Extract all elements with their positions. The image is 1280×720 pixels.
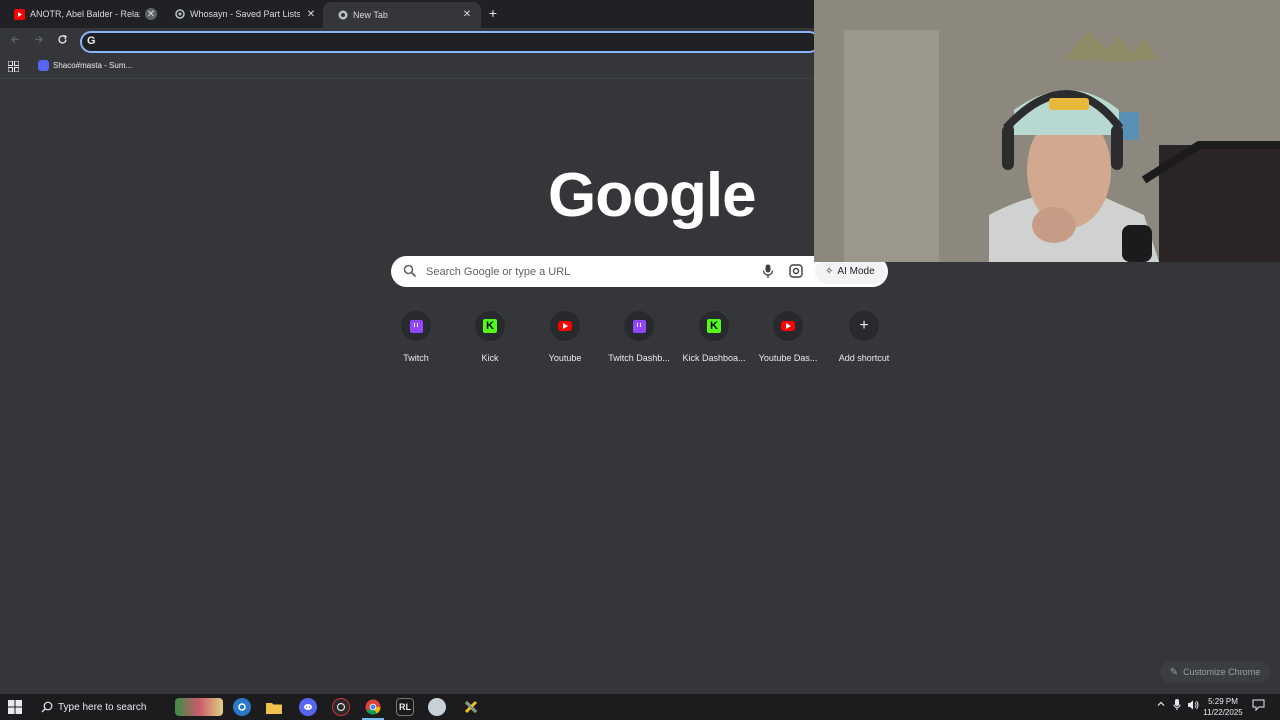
microphone-tray-icon[interactable] [1173,699,1181,714]
plus-icon: + [859,317,869,334]
shortcut-twitch[interactable]: Twitch [379,311,453,363]
riot-launcher-icon[interactable]: RL [396,698,414,716]
youtube-icon [781,321,795,331]
bookmarks-bar: Shaco#masta - Sum... [0,55,814,79]
shortcut-label: Youtube Das... [758,353,818,363]
ai-mode-button[interactable]: ✧ AI Mode [815,259,885,284]
ai-mode-label: AI Mode [837,266,875,277]
shortcut-kick[interactable]: K Kick [453,311,527,363]
tab-title: ANOTR, Abel Balder - Relax My [30,9,140,19]
screen: ANOTR, Abel Balder - Relax My ✕ Whosayn … [0,0,1280,720]
shortcut-label: Twitch Dashb... [608,353,670,363]
browser-app-icon[interactable] [233,698,251,716]
clock-time: 5:29 PM [1208,697,1238,706]
shortcut-icon-circle: K [475,311,505,341]
ai-sparkle-icon: ✧ [825,266,834,277]
google-g-icon: G [87,35,96,47]
tab-youtube[interactable]: ANOTR, Abel Balder - Relax My ✕ [0,2,165,26]
customize-label: Customize Chrome [1183,667,1261,677]
chrome-icon [337,10,348,21]
tab-new-tab[interactable]: New Tab ✕ [323,2,481,28]
shortcut-youtube-dashboard[interactable]: Youtube Das... [751,311,825,363]
taskbar-clock[interactable]: 5:29 PM 11/22/2025 [1200,696,1246,718]
chevron-up-icon[interactable] [1156,699,1166,712]
shortcut-label: Kick [481,353,499,363]
shortcut-label: Twitch [403,353,429,363]
add-shortcut-button[interactable]: + Add shortcut [827,311,901,363]
bookmark-favicon-icon [38,60,49,71]
shortcut-twitch-dashboard[interactable]: Twitch Dashb... [602,311,676,363]
shortcut-icon-circle: K [699,311,729,341]
close-icon[interactable]: ✕ [461,8,473,20]
kick-icon: K [707,319,721,333]
search-icon [403,264,417,278]
taskbar-search-placeholder: Type here to search [58,701,147,713]
tab-pcpartpicker[interactable]: Whosayn - Saved Part Lists - PC ✕ [160,2,325,26]
windows-start-icon[interactable] [8,700,22,714]
close-icon[interactable]: ✕ [305,8,317,20]
x-app-icon[interactable] [462,698,480,716]
webcam-feed-image [814,0,1280,262]
obs-icon[interactable] [332,698,350,716]
forward-arrow-icon[interactable] [31,34,45,48]
shortcut-icon-circle [624,311,654,341]
shortcut-icon-circle [550,311,580,341]
apps-grid-icon[interactable] [8,61,19,72]
search-icon [41,701,53,713]
bookmark-item[interactable]: Shaco#masta - Sum... [38,60,132,71]
microphone-icon[interactable] [762,264,774,279]
discord-icon[interactable] [299,698,317,716]
new-tab-button[interactable]: + [486,6,500,20]
toolbar: G [0,28,820,55]
shortcut-icon-circle [773,311,803,341]
widgets-icon[interactable] [175,698,223,716]
shortcut-label: Youtube [548,353,582,363]
shortcut-kick-dashboard[interactable]: K Kick Dashboa... [677,311,751,363]
shield-app-icon[interactable] [428,698,446,716]
address-input[interactable] [104,34,794,50]
pcpartpicker-icon [174,9,185,20]
file-explorer-icon[interactable] [265,698,283,716]
youtube-icon [558,321,572,331]
shortcut-icon-circle [401,311,431,341]
tab-strip: ANOTR, Abel Balder - Relax My ✕ Whosayn … [0,0,814,28]
webcam-overlay [814,0,1280,262]
shortcut-label: Add shortcut [838,353,890,363]
tab-title: New Tab [353,10,388,20]
bookmark-label: Shaco#masta - Sum... [53,61,133,70]
notification-icon[interactable] [1252,699,1265,714]
youtube-icon [14,8,25,20]
shortcut-icon-circle: + [849,311,879,341]
chrome-app-icon[interactable] [364,698,382,716]
reload-icon[interactable] [55,34,69,48]
tab-title: Whosayn - Saved Part Lists - PC [190,9,300,19]
customize-chrome-button[interactable]: ✎ Customize Chrome [1160,661,1270,683]
shortcut-label: Kick Dashboa... [682,353,746,363]
twitch-icon [632,319,646,333]
google-logo: Google [548,161,757,230]
shortcut-youtube[interactable]: Youtube [528,311,602,363]
close-icon[interactable]: ✕ [145,8,157,20]
google-lens-icon[interactable] [789,264,803,278]
taskbar: Type here to search RL 5:29 PM 11/22/202… [0,694,1280,720]
twitch-icon [409,319,423,333]
pencil-icon: ✎ [1169,666,1179,678]
clock-date: 11/22/2025 [1203,708,1243,717]
kick-icon: K [483,319,497,333]
search-placeholder: Search Google or type a URL [426,266,571,278]
back-arrow-icon[interactable] [8,34,22,48]
volume-icon[interactable] [1187,699,1200,714]
address-bar[interactable]: G [80,31,820,53]
